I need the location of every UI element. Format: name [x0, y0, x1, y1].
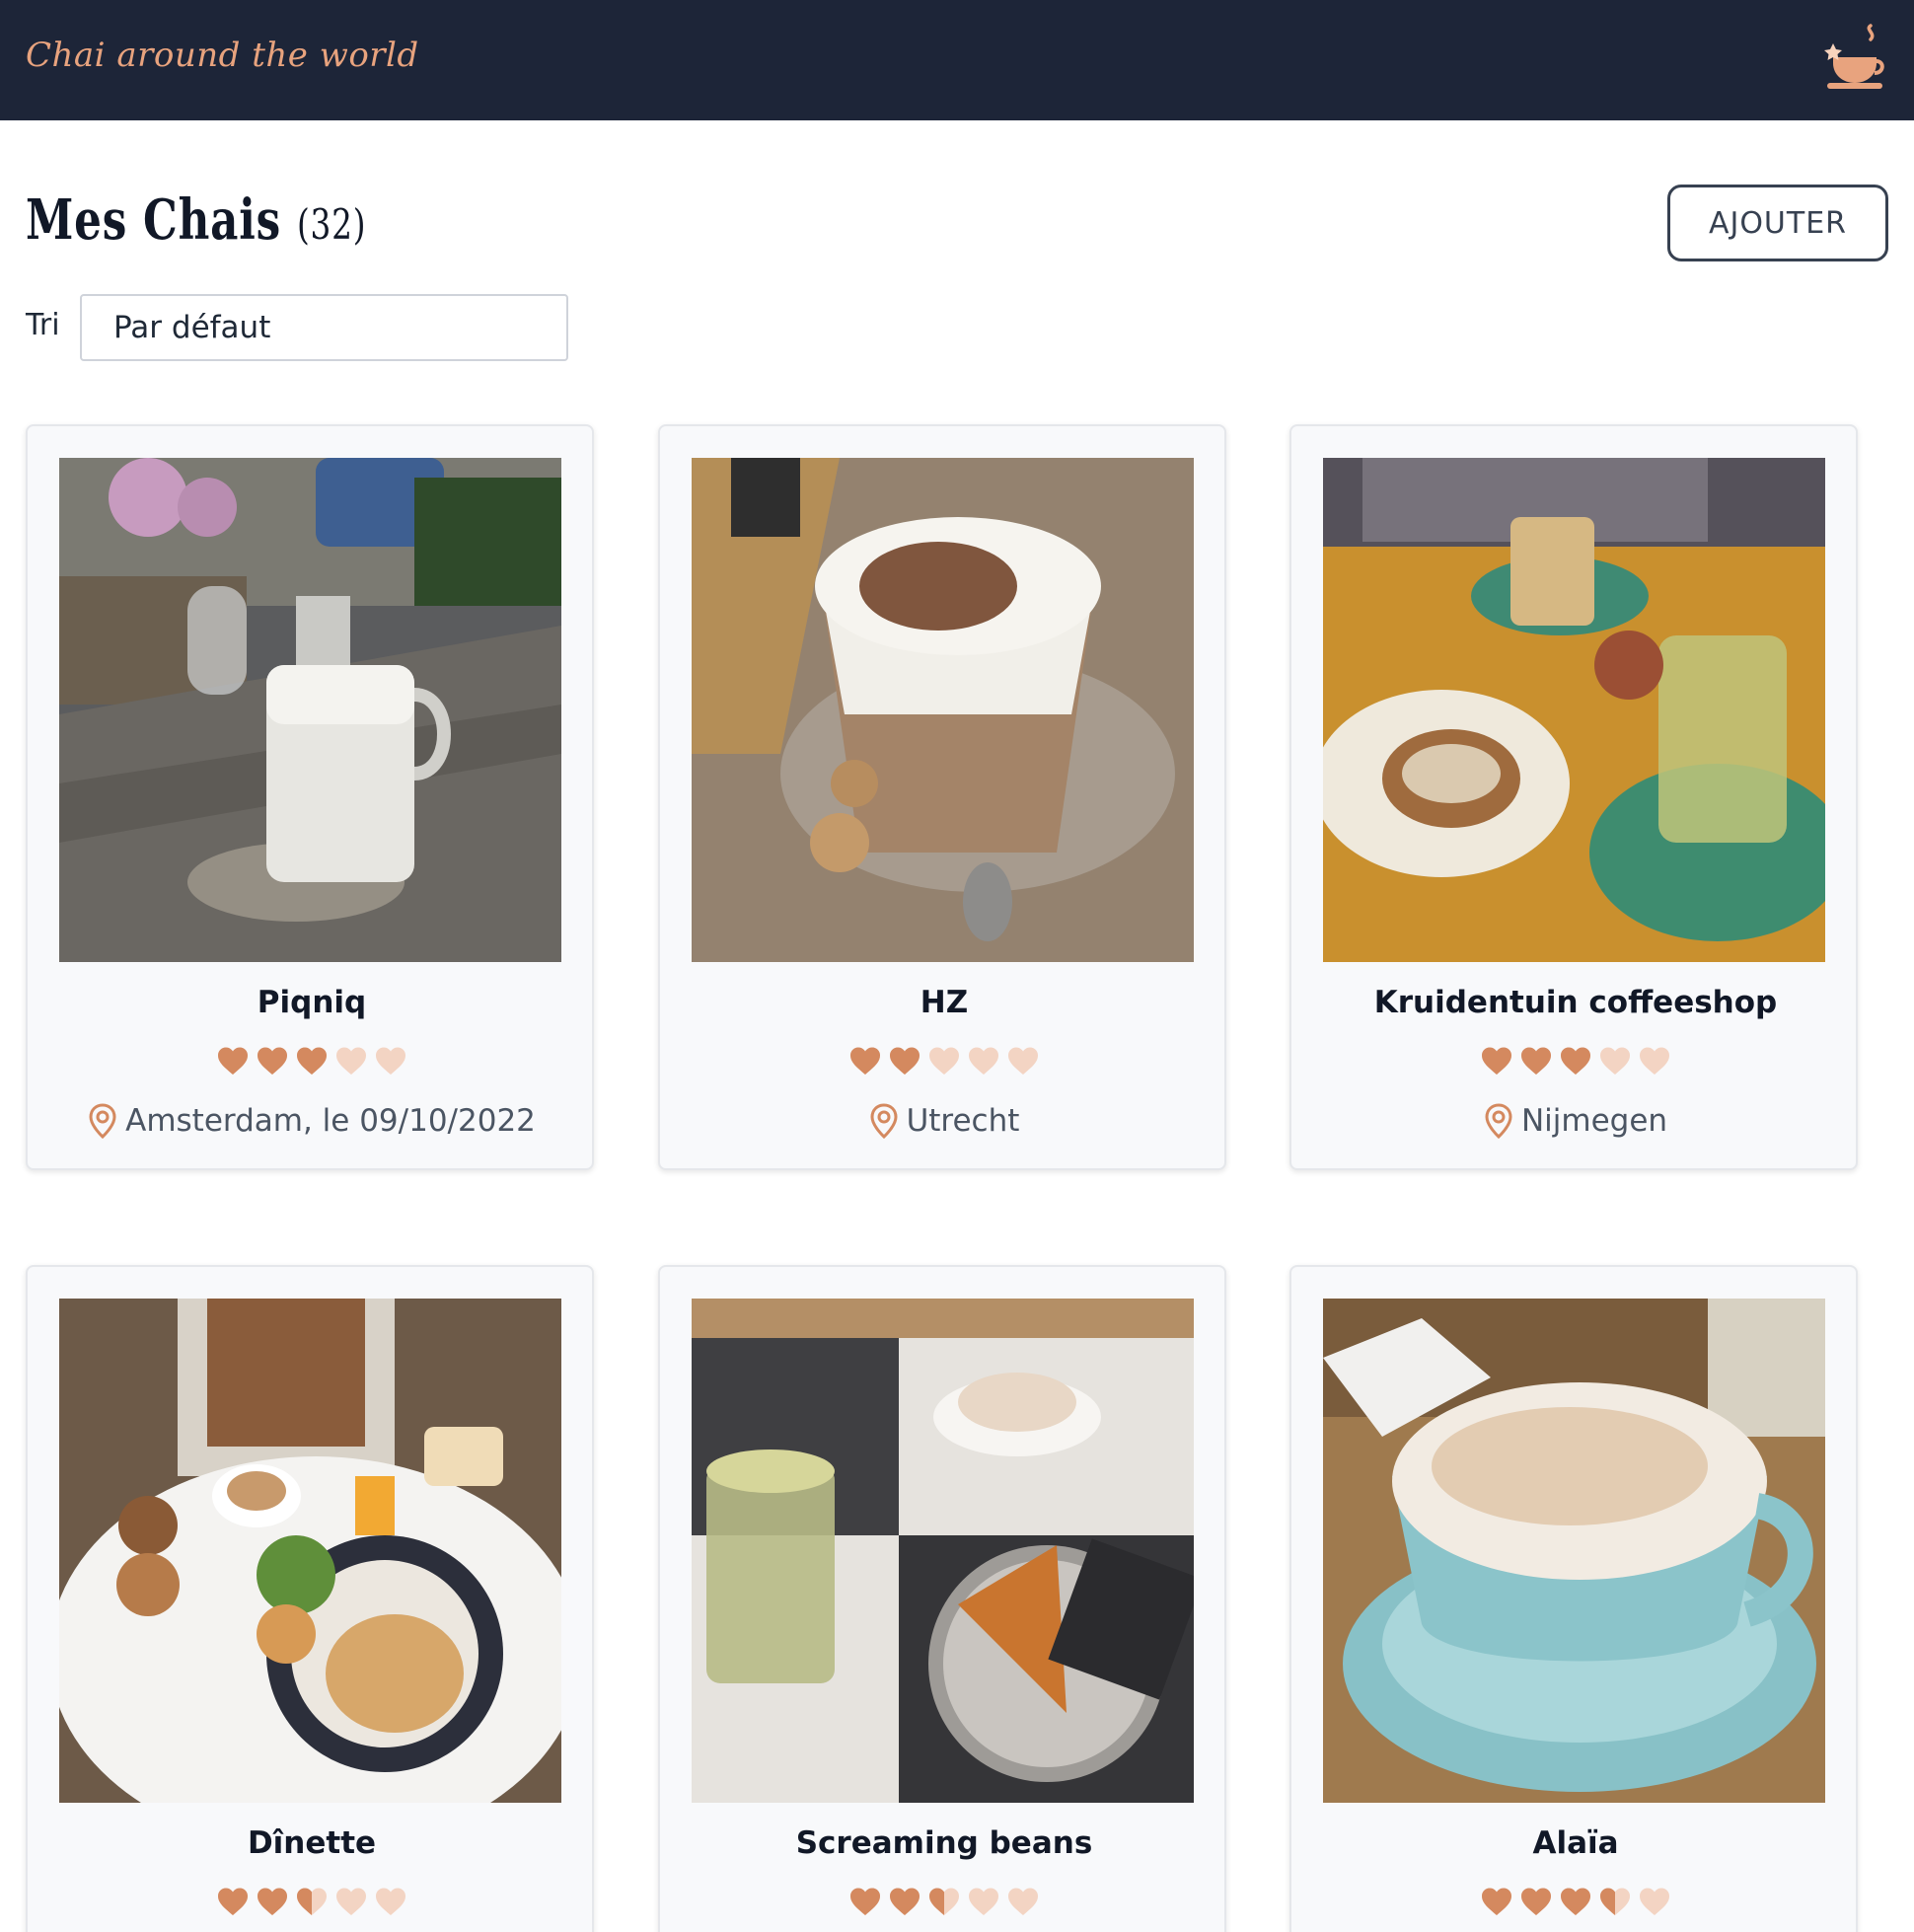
heart-full-icon [218, 1888, 248, 1915]
heart-full-icon [1561, 1047, 1590, 1075]
heart-empty-icon [1008, 1888, 1038, 1915]
location-text: Amsterdam, le 09/10/2022 [125, 1103, 536, 1139]
heart-full-icon [297, 1047, 327, 1075]
location-text: Utrecht [906, 1103, 1020, 1139]
heart-full-icon [258, 1047, 287, 1075]
heart-full-icon [850, 1047, 880, 1075]
heart-full-icon [1482, 1047, 1511, 1075]
chai-photo[interactable] [692, 458, 1194, 962]
heart-empty-icon [969, 1047, 998, 1075]
chai-card[interactable]: Kruidentuin coffeeshop Nijmegen [1289, 424, 1858, 1170]
heart-full-icon [1521, 1047, 1551, 1075]
rating-hearts [660, 1887, 1228, 1916]
heart-full-icon [890, 1888, 920, 1915]
page-title: Mes Chais (32) [26, 187, 366, 253]
heart-empty-icon [336, 1888, 366, 1915]
heart-half-icon [297, 1888, 327, 1915]
card-name: Kruidentuin coffeeshop [1373, 985, 1778, 1020]
sort-select[interactable]: Par défaut [80, 294, 568, 361]
card-location: Nijmegen [1291, 1103, 1860, 1139]
rating-hearts [1291, 1887, 1860, 1916]
card-name: Alaïa [1532, 1825, 1619, 1861]
card-name: Piqniq [257, 985, 367, 1020]
heart-empty-icon [969, 1888, 998, 1915]
chai-card[interactable]: Alaïa [1289, 1265, 1858, 1932]
card-name: Screaming beans [795, 1825, 1093, 1861]
heart-empty-icon [376, 1888, 405, 1915]
location-pin-icon [870, 1103, 898, 1139]
card-name: Dînette [247, 1825, 377, 1861]
heart-empty-icon [336, 1047, 366, 1075]
card-location: Amsterdam, le 09/10/2022 [28, 1103, 596, 1139]
page-title-text: Mes Chais [26, 187, 281, 253]
add-button[interactable]: AJOUTER [1667, 185, 1888, 261]
rating-hearts [660, 1046, 1228, 1076]
chai-card[interactable]: Dînette [26, 1265, 594, 1932]
heart-full-icon [218, 1047, 248, 1075]
chai-photo[interactable] [1323, 458, 1825, 962]
heart-empty-icon [1640, 1047, 1669, 1075]
heart-full-icon [1561, 1888, 1590, 1915]
heart-full-icon [890, 1047, 920, 1075]
sort-label: Tri [26, 308, 60, 342]
chai-card[interactable]: HZ Utrecht [658, 424, 1226, 1170]
heart-empty-icon [929, 1047, 959, 1075]
chai-photo[interactable] [59, 458, 561, 962]
heart-empty-icon [1008, 1047, 1038, 1075]
heart-full-icon [1521, 1888, 1551, 1915]
chai-photo[interactable] [692, 1299, 1194, 1803]
chai-count: (32) [296, 200, 367, 249]
heart-half-icon [929, 1888, 959, 1915]
chai-card[interactable]: Piqniq Amsterdam, le 09/10/2022 [26, 424, 594, 1170]
heart-half-icon [1600, 1888, 1630, 1915]
rating-hearts [28, 1887, 596, 1916]
card-name: HZ [920, 985, 969, 1020]
heart-full-icon [258, 1888, 287, 1915]
heart-empty-icon [376, 1047, 405, 1075]
card-location: Utrecht [660, 1103, 1228, 1139]
rating-hearts [1291, 1046, 1860, 1076]
location-text: Nijmegen [1520, 1103, 1668, 1139]
brand-title[interactable]: Chai around the world [26, 36, 419, 75]
heart-full-icon [1482, 1888, 1511, 1915]
chai-photo[interactable] [59, 1299, 561, 1803]
chai-cup-icon[interactable] [1823, 22, 1888, 93]
heart-full-icon [850, 1888, 880, 1915]
rating-hearts [28, 1046, 596, 1076]
location-pin-icon [89, 1103, 116, 1139]
heart-empty-icon [1640, 1888, 1669, 1915]
heart-empty-icon [1600, 1047, 1630, 1075]
chai-photo[interactable] [1323, 1299, 1825, 1803]
location-pin-icon [1485, 1103, 1512, 1139]
navbar: Chai around the world [0, 0, 1914, 120]
chai-card[interactable]: Screaming beans [658, 1265, 1226, 1932]
